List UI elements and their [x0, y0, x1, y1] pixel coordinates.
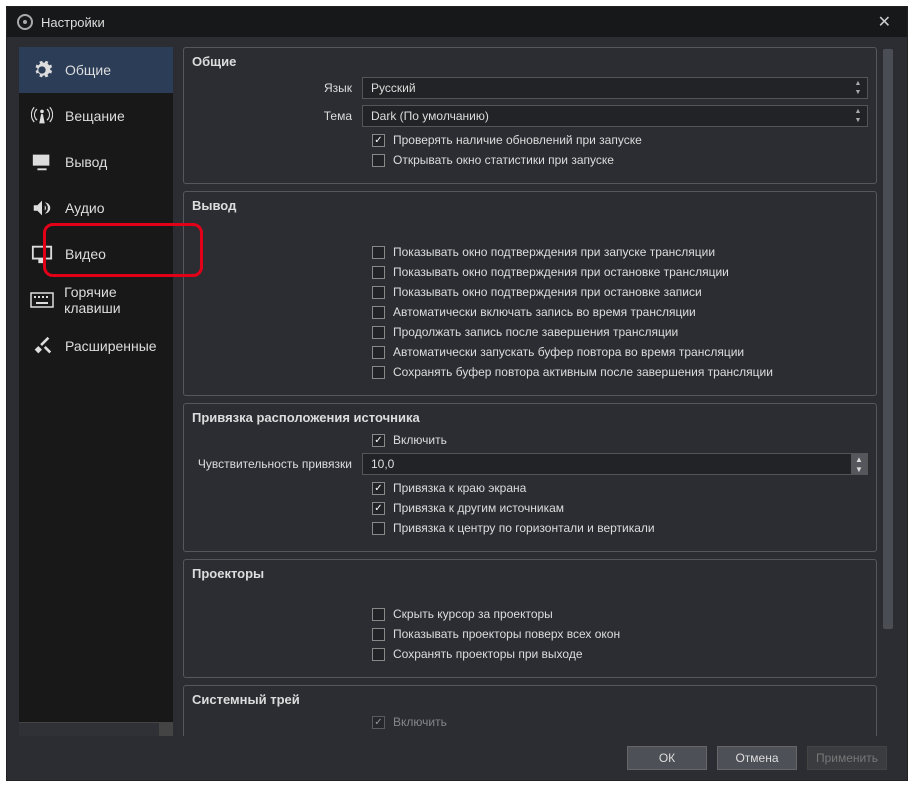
antenna-icon [29, 105, 55, 127]
group-general: Общие Язык Русский▲▼ Тема Dark (По умолч… [183, 47, 877, 184]
checkbox-icon[interactable] [372, 366, 385, 379]
chevron-down-icon[interactable]: ▼ [851, 464, 867, 474]
content-panel: Общие Язык Русский▲▼ Тема Dark (По умолч… [183, 47, 895, 736]
check-stats-on-start[interactable]: Открывать окно статистики при запуске [372, 153, 868, 167]
spin-snap-sensitivity[interactable]: 10,0▲▼ [362, 453, 868, 475]
checkbox-icon[interactable] [372, 628, 385, 641]
group-output: Вывод Показывать окно подтверждения при … [183, 191, 877, 396]
check-snap-1[interactable]: Привязка к другим источникам [372, 501, 868, 515]
checkbox-icon[interactable] [372, 482, 385, 495]
sidebar-item-output[interactable]: Вывод [19, 139, 173, 185]
sidebar-item-stream[interactable]: Вещание [19, 93, 173, 139]
gear-icon [29, 59, 55, 81]
window-title: Настройки [41, 15, 105, 30]
check-output-3[interactable]: Автоматически включать запись во время т… [372, 305, 868, 319]
group-title: Привязка расположения источника [192, 410, 868, 425]
title-bar: Настройки ✕ [7, 7, 907, 37]
checkbox-icon[interactable] [372, 346, 385, 359]
group-projectors: Проекторы Скрыть курсор за проекторы Пок… [183, 559, 877, 678]
sidebar: Общие Вещание Вывод Аудио Видео Горячие … [19, 47, 173, 736]
checkbox-icon[interactable] [372, 266, 385, 279]
scrollbar-thumb[interactable] [883, 49, 893, 629]
checkbox-icon[interactable] [372, 434, 385, 447]
output-icon [29, 151, 55, 173]
checkbox-icon[interactable] [372, 648, 385, 661]
footer: ОК Отмена Применить [7, 736, 907, 780]
checkbox-icon[interactable] [372, 286, 385, 299]
chevron-up-icon[interactable]: ▲ [851, 454, 867, 464]
ok-button[interactable]: ОК [627, 746, 707, 770]
check-output-6[interactable]: Сохранять буфер повтора активным после з… [372, 365, 868, 379]
check-tray-enable[interactable]: Включить [372, 715, 868, 729]
group-title: Вывод [192, 198, 868, 213]
check-proj-0[interactable]: Скрыть курсор за проекторы [372, 607, 868, 621]
select-language[interactable]: Русский▲▼ [362, 77, 868, 99]
sidebar-item-label: Вывод [65, 154, 107, 170]
speaker-icon [29, 197, 55, 219]
sidebar-item-label: Горячие клавиши [64, 284, 173, 316]
content-scrollbar[interactable] [881, 47, 895, 736]
check-proj-2[interactable]: Сохранять проекторы при выходе [372, 647, 868, 661]
check-output-0[interactable]: Показывать окно подтверждения при запуск… [372, 245, 868, 259]
check-snap-0[interactable]: Привязка к краю экрана [372, 481, 868, 495]
sidebar-item-label: Общие [65, 62, 111, 78]
checkbox-icon[interactable] [372, 306, 385, 319]
apply-button[interactable]: Применить [807, 746, 887, 770]
checkbox-icon[interactable] [372, 716, 385, 729]
check-proj-1[interactable]: Показывать проекторы поверх всех окон [372, 627, 868, 641]
sidebar-item-label: Вещание [65, 108, 125, 124]
sidebar-item-label: Аудио [65, 200, 105, 216]
group-tray: Системный трей Включить [183, 685, 877, 736]
chevron-up-icon[interactable]: ▲ [851, 79, 865, 88]
sidebar-item-label: Расширенные [65, 338, 157, 354]
group-snap: Привязка расположения источника Включить… [183, 403, 877, 552]
check-output-4[interactable]: Продолжать запись после завершения транс… [372, 325, 868, 339]
checkbox-icon[interactable] [372, 326, 385, 339]
select-theme[interactable]: Dark (По умолчанию)▲▼ [362, 105, 868, 127]
chevron-down-icon[interactable]: ▼ [851, 88, 865, 97]
close-button[interactable]: ✕ [872, 12, 897, 32]
group-title: Общие [192, 54, 868, 69]
tools-icon [29, 335, 55, 357]
sidebar-item-video[interactable]: Видео [19, 231, 173, 277]
check-updates[interactable]: Проверять наличие обновлений при запуске [372, 133, 868, 147]
check-output-1[interactable]: Показывать окно подтверждения при остано… [372, 265, 868, 279]
check-snap-enable[interactable]: Включить [372, 433, 868, 447]
settings-window: Настройки ✕ Общие Вещание Вывод Аудио [6, 6, 908, 781]
group-title: Системный трей [192, 692, 868, 707]
checkbox-icon[interactable] [372, 502, 385, 515]
sidebar-item-general[interactable]: Общие [19, 47, 173, 93]
checkbox-icon[interactable] [372, 154, 385, 167]
sidebar-scrollbar[interactable] [19, 722, 173, 736]
sidebar-item-advanced[interactable]: Расширенные [19, 323, 173, 369]
checkbox-icon[interactable] [372, 134, 385, 147]
group-title: Проекторы [192, 566, 868, 581]
label-language: Язык [192, 81, 362, 95]
monitor-icon [29, 243, 55, 265]
sidebar-item-audio[interactable]: Аудио [19, 185, 173, 231]
chevron-down-icon[interactable]: ▼ [851, 116, 865, 125]
check-output-2[interactable]: Показывать окно подтверждения при остано… [372, 285, 868, 299]
body: Общие Вещание Вывод Аудио Видео Горячие … [7, 37, 907, 736]
keyboard-icon [29, 289, 54, 311]
sidebar-item-hotkeys[interactable]: Горячие клавиши [19, 277, 173, 323]
content-scroll-area: Общие Язык Русский▲▼ Тема Dark (По умолч… [183, 47, 895, 736]
app-icon [17, 14, 33, 30]
label-theme: Тема [192, 109, 362, 123]
check-output-5[interactable]: Автоматически запускать буфер повтора во… [372, 345, 868, 359]
sidebar-item-label: Видео [65, 246, 106, 262]
label-snap-sensitivity: Чувствительность привязки [192, 457, 362, 471]
checkbox-icon[interactable] [372, 522, 385, 535]
checkbox-icon[interactable] [372, 246, 385, 259]
checkbox-icon[interactable] [372, 608, 385, 621]
check-snap-2[interactable]: Привязка к центру по горизонтали и верти… [372, 521, 868, 535]
cancel-button[interactable]: Отмена [717, 746, 797, 770]
chevron-up-icon[interactable]: ▲ [851, 107, 865, 116]
